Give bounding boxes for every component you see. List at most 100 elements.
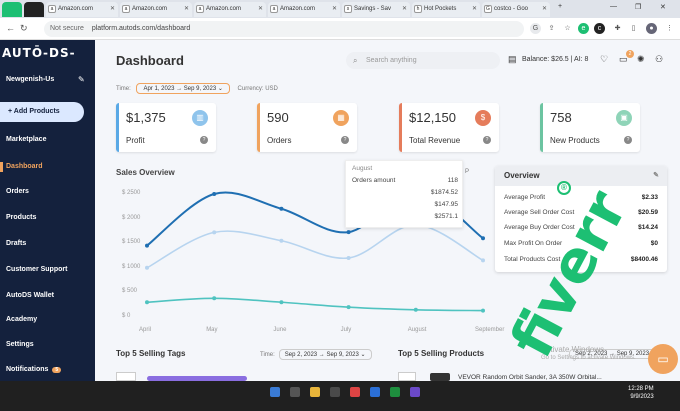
app-icon[interactable] xyxy=(370,387,380,397)
revenue-card[interactable]: $12,150 Total Revenue $ ? xyxy=(399,103,499,152)
pinned-tab-2[interactable] xyxy=(24,2,44,17)
series-point[interactable] xyxy=(145,265,149,270)
help-icon[interactable]: ? xyxy=(341,136,349,144)
tag-rank-box xyxy=(116,372,136,381)
sidebar-item-orders[interactable]: Orders xyxy=(6,188,29,195)
search-input[interactable]: ⌕ Search anything xyxy=(346,52,500,69)
tab-savings[interactable]: s Savings - Sav ✕ xyxy=(342,2,410,17)
tooltip-month: August xyxy=(352,165,373,172)
close-icon[interactable]: ✕ xyxy=(258,2,263,17)
series-point[interactable] xyxy=(212,192,217,196)
top-product-name[interactable]: VEVOR Random Orbit Sander, 3A 350W Orbit… xyxy=(458,374,602,381)
support-chat-button[interactable]: ▭ xyxy=(648,344,678,374)
heart-icon[interactable]: ♡ xyxy=(600,54,608,65)
url-input[interactable]: Not secure platform.autods.com/dashboard xyxy=(44,21,524,37)
back-icon[interactable]: ← xyxy=(6,23,15,33)
pinned-tab-1[interactable] xyxy=(2,2,22,17)
edit-icon[interactable]: ✎ xyxy=(653,166,659,186)
close-icon[interactable]: ✕ xyxy=(402,2,407,17)
new-products-card[interactable]: 758 New Products ▣ ? xyxy=(540,103,640,152)
close-icon[interactable]: ✕ xyxy=(184,2,189,17)
profile-avatar[interactable]: ● xyxy=(646,23,657,34)
tab-label: Amazon.com xyxy=(58,6,94,12)
profit-card[interactable]: $1,375 Profit ▥ ? xyxy=(116,103,216,152)
extension-icon[interactable]: c xyxy=(594,23,605,34)
series-point[interactable] xyxy=(212,230,217,235)
reload-icon[interactable]: ↻ xyxy=(20,23,28,34)
tab-costco[interactable]: Gcostco - Goo ✕ xyxy=(482,2,550,17)
series-point[interactable] xyxy=(279,238,284,243)
series-point[interactable] xyxy=(145,300,149,305)
wallet-icon[interactable]: ▤ xyxy=(508,54,517,65)
series-point[interactable] xyxy=(279,206,284,211)
sidebar-item-notifications[interactable]: Notifications 5 xyxy=(6,366,62,373)
help-icon[interactable]: ? xyxy=(624,136,632,144)
help-icon[interactable]: ? xyxy=(200,136,208,144)
app-icon[interactable] xyxy=(410,387,420,397)
tab-amazon-3[interactable]: a Amazon.com ✕ xyxy=(194,2,266,17)
menu-icon[interactable]: ⋮ xyxy=(664,23,675,34)
filter-bar: Time: Apr 1, 2023 → Sep 9, 2023 ⌄ Curren… xyxy=(116,83,278,94)
y-tick-label: $ 1000 xyxy=(122,263,141,270)
star-icon[interactable]: ☆ xyxy=(562,23,573,34)
add-products-button[interactable]: + Add Products xyxy=(0,102,84,122)
sidebar-item-customer-support[interactable]: Customer Support xyxy=(6,266,67,273)
series-point[interactable] xyxy=(346,230,351,235)
series-point[interactable] xyxy=(481,308,485,313)
tab-amazon-1[interactable]: a Amazon.com ✕ xyxy=(46,2,118,17)
orders-card[interactable]: 590 Orders ▦ ? xyxy=(257,103,357,152)
product-thumbnail xyxy=(430,373,450,381)
sidebar-item-settings[interactable]: Settings xyxy=(6,341,34,348)
sidepanel-icon[interactable]: ▯ xyxy=(628,23,639,34)
close-icon[interactable]: ✕ xyxy=(542,2,547,17)
extension-icon[interactable]: e xyxy=(578,23,589,34)
tags-date-picker[interactable]: Sep 2, 2023 → Sep 9, 2023 ⌄ xyxy=(278,349,372,360)
sidebar-item-wallet[interactable]: AutoDS Wallet xyxy=(6,292,54,299)
close-icon[interactable]: ✕ xyxy=(332,2,337,17)
tab-amazon-4[interactable]: a Amazon.com ✕ xyxy=(268,2,340,17)
series-point[interactable] xyxy=(481,236,485,241)
search-taskbar-icon[interactable] xyxy=(290,387,300,397)
chat-bubble-icon: ▭ xyxy=(657,352,669,366)
series-point[interactable] xyxy=(481,258,485,263)
file-explorer-icon[interactable] xyxy=(310,387,320,397)
new-tab-icon[interactable]: + xyxy=(558,3,562,10)
sidebar-item-academy[interactable]: Academy xyxy=(6,316,37,323)
restore-icon[interactable]: ❐ xyxy=(635,3,641,11)
settings-icon[interactable]: ✺ xyxy=(637,54,645,65)
tab-amazon-2[interactable]: a Amazon.com ✕ xyxy=(120,2,192,17)
puzzle-icon[interactable]: ✚ xyxy=(612,23,623,34)
chrome-icon[interactable] xyxy=(390,387,400,397)
date-range-picker[interactable]: Apr 1, 2023 → Sep 9, 2023 ⌄ xyxy=(136,83,230,94)
series-point[interactable] xyxy=(212,296,217,301)
google-lens-icon[interactable]: G xyxy=(530,23,541,34)
tab-hot-pockets[interactable]: h Hot Pockets ✕ xyxy=(412,2,480,17)
user-icon[interactable]: ⚇ xyxy=(655,54,663,65)
sidebar-item-dashboard[interactable]: Dashboard xyxy=(6,163,43,170)
balance-text[interactable]: Balance: $26.5 | AI: 8 xyxy=(522,56,588,63)
tooltip-value-2: $147.95 xyxy=(434,201,459,208)
close-window-icon[interactable]: ✕ xyxy=(660,3,666,11)
clock-date: 9/9/2023 xyxy=(630,394,654,400)
sidebar-item-products[interactable]: Products xyxy=(6,214,36,221)
app-icon[interactable] xyxy=(350,387,360,397)
series-point[interactable] xyxy=(145,243,149,248)
sidebar-item-drafts[interactable]: Drafts xyxy=(6,240,26,247)
clock[interactable]: 12:28 PM 9/9/2023 xyxy=(628,385,654,401)
series-point[interactable] xyxy=(346,305,351,310)
autods-logo[interactable]: AUTŌ-DS- xyxy=(2,46,76,60)
series-point[interactable] xyxy=(346,255,351,260)
minimize-icon[interactable]: — xyxy=(610,3,617,10)
share-icon[interactable]: ⇪ xyxy=(546,23,557,34)
series-point[interactable] xyxy=(279,300,284,305)
taskview-icon[interactable] xyxy=(330,387,340,397)
close-icon[interactable]: ✕ xyxy=(110,2,115,17)
edit-icon[interactable]: ✎ xyxy=(78,75,85,84)
series-point[interactable] xyxy=(413,307,418,312)
tags-date-text: Sep 2, 2023 → Sep 9, 2023 xyxy=(284,352,359,358)
help-icon[interactable]: ? xyxy=(483,136,491,144)
overview-row-label: Average Profit xyxy=(504,194,546,201)
close-icon[interactable]: ✕ xyxy=(472,2,477,17)
start-icon[interactable] xyxy=(270,387,280,397)
sidebar-item-marketplace[interactable]: Marketplace xyxy=(6,136,46,143)
